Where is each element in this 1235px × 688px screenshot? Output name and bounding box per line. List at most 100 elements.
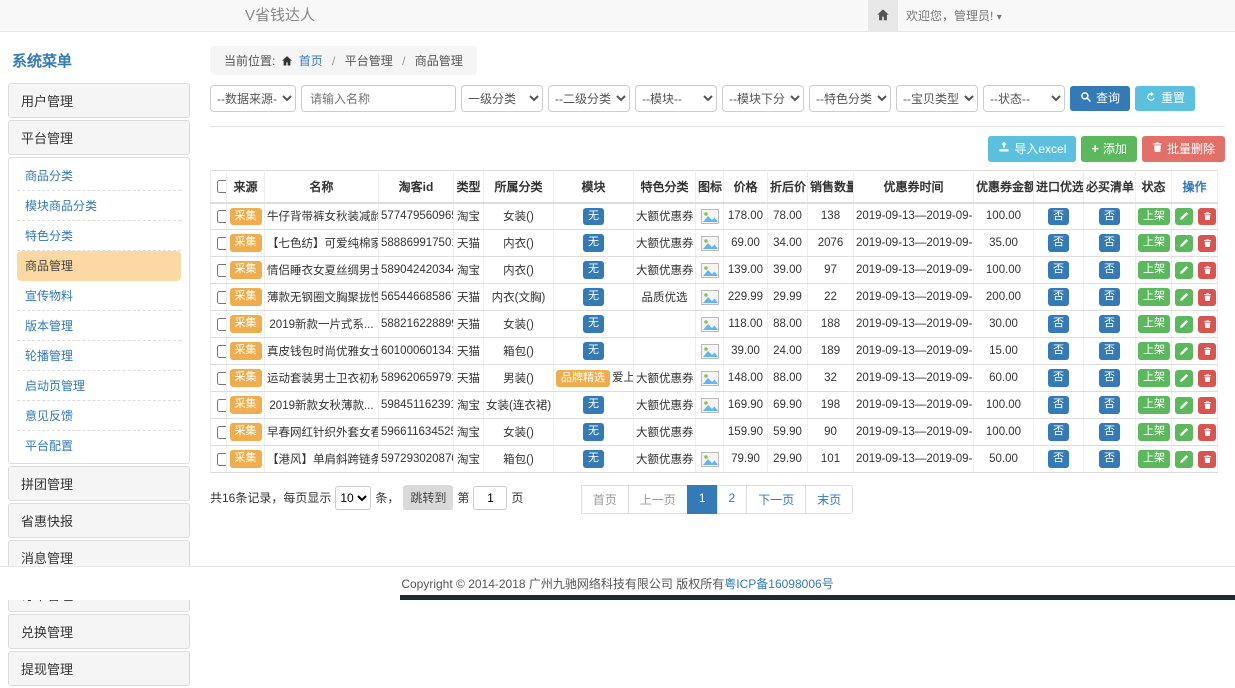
row-checkbox[interactable] — [217, 264, 227, 277]
delete-button[interactable] — [1198, 343, 1216, 360]
sidebar-submenu-item[interactable]: 启动页管理 — [17, 371, 181, 401]
delete-button[interactable] — [1198, 370, 1216, 387]
pager-button[interactable]: 2 — [717, 485, 748, 514]
must-buy-badge[interactable]: 否 — [1099, 423, 1120, 440]
status-badge[interactable]: 上架 — [1138, 261, 1170, 278]
row-checkbox[interactable] — [217, 291, 227, 304]
page-size-select[interactable]: 10 — [335, 486, 371, 510]
delete-button[interactable] — [1198, 397, 1216, 414]
import-select-badge[interactable]: 否 — [1048, 450, 1069, 467]
edit-button[interactable] — [1175, 343, 1193, 360]
edit-button[interactable] — [1175, 397, 1193, 414]
import-excel-button[interactable]: 导入excel — [988, 136, 1076, 162]
user-menu[interactable]: 欢迎您，管理员! ▾ — [906, 0, 1002, 34]
jump-button[interactable]: 跳转到 — [403, 485, 453, 510]
sidebar-menu-item[interactable]: 提现管理 — [8, 651, 190, 686]
import-select-badge[interactable]: 否 — [1048, 369, 1069, 386]
row-checkbox[interactable] — [217, 237, 227, 250]
add-button[interactable]: + 添加 — [1081, 136, 1137, 162]
row-checkbox[interactable] — [217, 453, 227, 466]
select-all-checkbox[interactable] — [217, 180, 227, 193]
must-buy-badge[interactable]: 否 — [1099, 234, 1120, 251]
filter-select[interactable]: --模块-- — [635, 85, 717, 112]
must-buy-badge[interactable]: 否 — [1099, 342, 1120, 359]
status-badge[interactable]: 上架 — [1138, 208, 1170, 225]
must-buy-badge[interactable]: 否 — [1099, 261, 1120, 278]
status-badge[interactable]: 上架 — [1138, 423, 1170, 440]
sidebar-menu-item[interactable]: 兑换管理 — [8, 614, 190, 649]
filter-select[interactable]: --特色分类-- — [809, 85, 891, 112]
sidebar-menu-item[interactable]: 拼团管理 — [8, 466, 190, 501]
sidebar-submenu-item[interactable]: 商品分类 — [17, 161, 181, 191]
home-button[interactable] — [868, 0, 898, 32]
sidebar-submenu-item[interactable]: 版本管理 — [17, 311, 181, 341]
status-badge[interactable]: 上架 — [1138, 342, 1170, 359]
delete-button[interactable] — [1198, 316, 1216, 333]
sidebar-submenu-item[interactable]: 平台配置 — [17, 431, 181, 460]
must-buy-badge[interactable]: 否 — [1099, 396, 1120, 413]
delete-button[interactable] — [1198, 262, 1216, 279]
icp-link[interactable]: 粤ICP备16098006号 — [724, 575, 833, 592]
pager-button[interactable]: 首页 — [581, 485, 629, 514]
edit-button[interactable] — [1175, 316, 1193, 333]
filter-select[interactable]: --宝贝类型-- — [896, 85, 978, 112]
delete-button[interactable] — [1198, 424, 1216, 441]
must-buy-badge[interactable]: 否 — [1099, 369, 1120, 386]
row-checkbox[interactable] — [217, 426, 227, 439]
sidebar-menu-item[interactable]: 平台管理 — [8, 120, 190, 155]
sidebar-submenu-item[interactable]: 模块商品分类 — [17, 191, 181, 221]
pager-button[interactable]: 上一页 — [628, 485, 688, 514]
sidebar-submenu-item[interactable]: 特色分类 — [17, 221, 181, 251]
filter-select[interactable]: --状态-- — [983, 85, 1065, 112]
row-checkbox[interactable] — [217, 345, 227, 358]
sidebar-menu-item[interactable]: 用户管理 — [8, 83, 190, 118]
delete-button[interactable] — [1198, 289, 1216, 306]
status-badge[interactable]: 上架 — [1138, 369, 1170, 386]
row-checkbox[interactable] — [217, 372, 227, 385]
import-select-badge[interactable]: 否 — [1048, 261, 1069, 278]
name-search-input[interactable] — [301, 85, 456, 112]
delete-button[interactable] — [1198, 235, 1216, 252]
must-buy-badge[interactable]: 否 — [1099, 315, 1120, 332]
delete-button[interactable] — [1198, 451, 1216, 468]
import-select-badge[interactable]: 否 — [1048, 208, 1069, 225]
status-badge[interactable]: 上架 — [1138, 396, 1170, 413]
edit-button[interactable] — [1175, 235, 1193, 252]
status-badge[interactable]: 上架 — [1138, 450, 1170, 467]
edit-button[interactable] — [1175, 451, 1193, 468]
filter-select[interactable]: 一级分类 — [461, 85, 543, 112]
import-select-badge[interactable]: 否 — [1048, 423, 1069, 440]
bulk-delete-button[interactable]: 批量删除 — [1142, 136, 1225, 162]
edit-button[interactable] — [1175, 424, 1193, 441]
must-buy-badge[interactable]: 否 — [1099, 208, 1120, 225]
edit-button[interactable] — [1175, 208, 1193, 225]
must-buy-badge[interactable]: 否 — [1099, 450, 1120, 467]
import-select-badge[interactable]: 否 — [1048, 342, 1069, 359]
status-badge[interactable]: 上架 — [1138, 288, 1170, 305]
import-select-badge[interactable]: 否 — [1048, 396, 1069, 413]
pager-button[interactable]: 1 — [687, 485, 718, 514]
sidebar-submenu-item[interactable]: 轮播管理 — [17, 341, 181, 371]
row-checkbox[interactable] — [217, 210, 227, 223]
import-select-badge[interactable]: 否 — [1048, 234, 1069, 251]
import-select-badge[interactable]: 否 — [1048, 315, 1069, 332]
status-badge[interactable]: 上架 — [1138, 315, 1170, 332]
sidebar-submenu-item[interactable]: 意见反馈 — [17, 401, 181, 431]
status-badge[interactable]: 上架 — [1138, 234, 1170, 251]
edit-button[interactable] — [1175, 262, 1193, 279]
pager-button[interactable]: 末页 — [805, 485, 853, 514]
import-select-badge[interactable]: 否 — [1048, 288, 1069, 305]
reset-button[interactable]: 重置 — [1135, 86, 1195, 111]
edit-button[interactable] — [1175, 289, 1193, 306]
edit-button[interactable] — [1175, 370, 1193, 387]
sidebar-menu-item[interactable]: 省惠快报 — [8, 503, 190, 538]
pager-button[interactable]: 下一页 — [746, 485, 806, 514]
row-checkbox[interactable] — [217, 318, 227, 331]
must-buy-badge[interactable]: 否 — [1099, 288, 1120, 305]
sidebar-submenu-item[interactable]: 商品管理 — [17, 251, 181, 281]
row-checkbox[interactable] — [217, 399, 227, 412]
page-number-input[interactable] — [473, 486, 507, 510]
search-button[interactable]: 查询 — [1070, 86, 1130, 111]
sidebar-submenu-item[interactable]: 宣传物料 — [17, 281, 181, 311]
delete-button[interactable] — [1198, 208, 1216, 225]
